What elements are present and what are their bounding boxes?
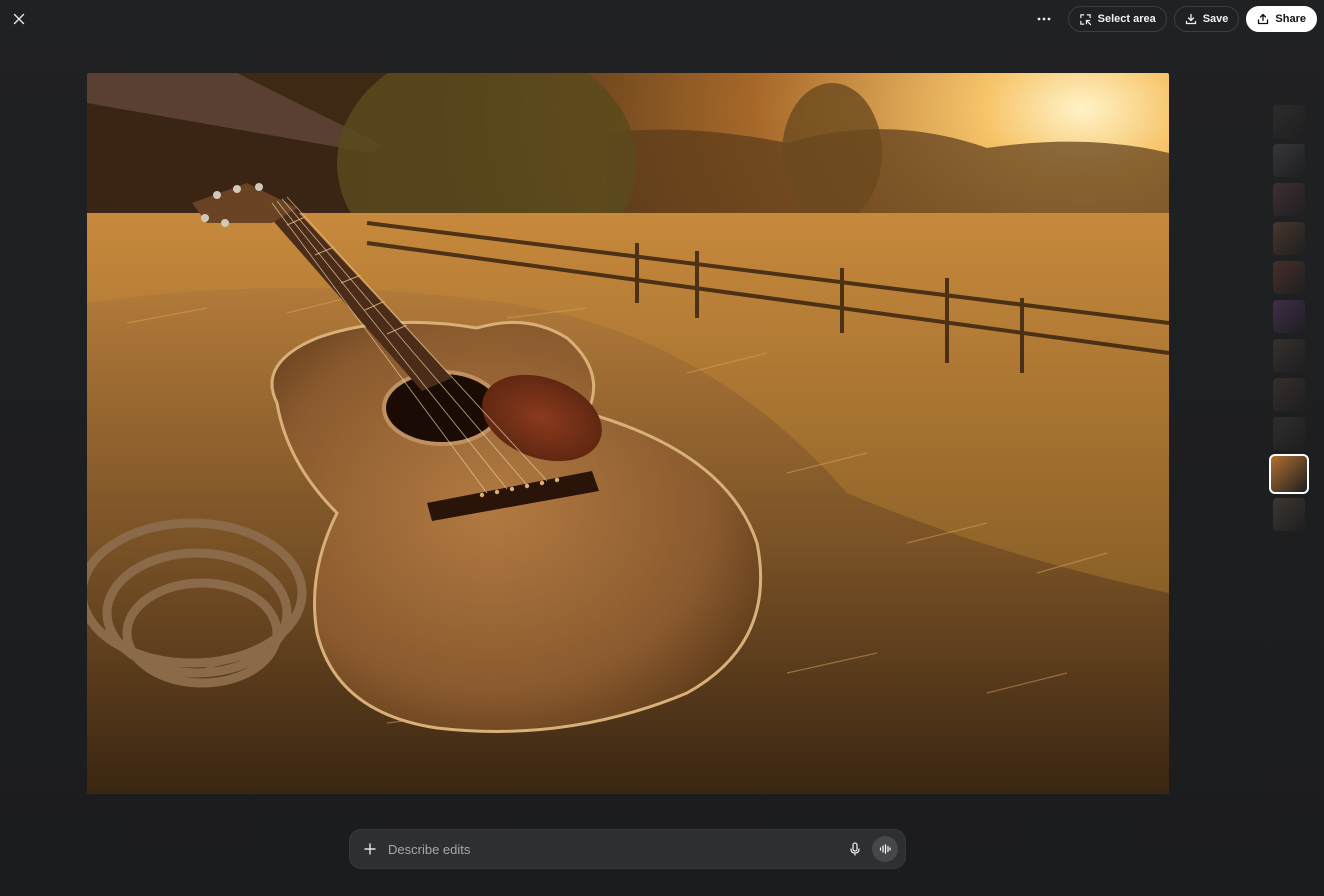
select-area-label: Select area [1097, 13, 1156, 25]
download-icon [1185, 13, 1196, 25]
acoustic-guitar-photo [87, 73, 1169, 794]
select-area-button[interactable]: Select area [1067, 6, 1167, 32]
top-actions: Select area Save Share [1029, 6, 1317, 32]
describe-edits-input[interactable] [388, 830, 842, 868]
thumbnail-3[interactable] [1273, 183, 1305, 216]
thumbnail-11[interactable] [1273, 498, 1305, 531]
add-attachment-button[interactable] [356, 835, 384, 863]
save-button[interactable]: Save [1173, 6, 1240, 32]
thumbnail-6[interactable] [1273, 300, 1305, 333]
thumbnail-2[interactable] [1273, 144, 1305, 177]
share-button[interactable]: Share [1246, 6, 1317, 32]
edit-composer [349, 829, 906, 869]
main-image[interactable] [87, 73, 1169, 794]
save-label: Save [1202, 13, 1229, 25]
plus-icon [364, 843, 376, 855]
close-icon [13, 13, 25, 25]
thumbnail-8[interactable] [1273, 378, 1305, 411]
thumbnail-1[interactable] [1273, 105, 1305, 138]
voice-waveform-icon [879, 844, 891, 854]
share-icon [1258, 13, 1269, 25]
thumbnail-4[interactable] [1273, 222, 1305, 255]
select-area-icon [1079, 13, 1091, 25]
share-label: Share [1275, 13, 1306, 25]
more-button[interactable] [1029, 6, 1059, 32]
thumbnail-9[interactable] [1273, 417, 1305, 450]
more-horizontal-icon [1037, 17, 1051, 21]
microphone-button[interactable] [842, 836, 868, 862]
thumbnail-7[interactable] [1273, 339, 1305, 372]
close-button[interactable] [6, 6, 32, 32]
thumbnail-5[interactable] [1273, 261, 1305, 294]
thumbnail-10[interactable] [1269, 454, 1309, 494]
thumbnail-rail [1269, 105, 1309, 531]
microphone-icon [850, 842, 860, 856]
voice-mode-button[interactable] [872, 836, 898, 862]
